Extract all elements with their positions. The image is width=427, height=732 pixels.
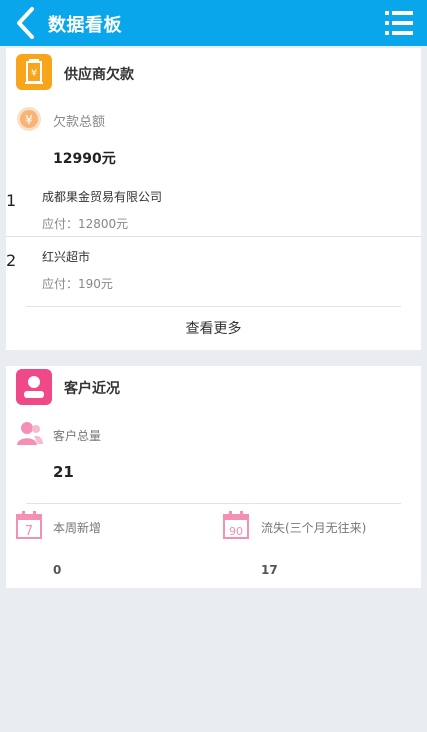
divider: [26, 503, 401, 504]
list-index: 1: [6, 191, 17, 210]
page-title: 数据看板: [48, 15, 122, 36]
user-icon: [16, 369, 52, 405]
supplier-payable: 应付：12800元: [42, 217, 129, 231]
svg-text:¥: ¥: [31, 68, 37, 79]
divider: [26, 306, 401, 307]
churned-value: 17: [261, 563, 278, 577]
supplier-card-title: 供应商欠款: [64, 67, 134, 83]
users-icon: [17, 422, 43, 445]
top-bar: 数据看板: [0, 0, 427, 46]
divider: [6, 236, 421, 237]
coin-icon: ¥: [17, 107, 41, 131]
weekly-new-label: 本周新增: [53, 521, 102, 535]
svg-text:90: 90: [229, 525, 243, 538]
supplier-debt-card: ¥ 供应商欠款 ¥ 欠款总额 12990元 1 成都果金贸易有限公司 应付：12…: [6, 48, 421, 350]
weekly-new-value: 0: [53, 563, 62, 577]
customer-card-title: 客户近况: [64, 381, 120, 397]
churned-label: 流失(三个月无往来): [261, 521, 367, 535]
calendar-icon: 7: [16, 511, 42, 539]
debt-total-value: 12990元: [53, 151, 116, 167]
back-icon[interactable]: [12, 6, 40, 40]
calendar-icon: 90: [223, 511, 249, 539]
supplier-name[interactable]: 红兴超市: [42, 248, 90, 265]
customer-total-value: 21: [53, 463, 74, 481]
view-more-button[interactable]: 查看更多: [6, 318, 421, 338]
debt-total-label: 欠款总额: [53, 115, 106, 130]
customer-total-label: 客户总量: [53, 429, 102, 443]
supplier-name[interactable]: 成都果金贸易有限公司: [42, 188, 162, 205]
svg-text:¥: ¥: [25, 113, 33, 127]
customer-status-card: 客户近况 客户总量 21 7 本周新增 0 90 流失(三个月无往来) 17: [6, 366, 421, 588]
list-menu-icon[interactable]: [385, 10, 413, 36]
building-icon: ¥: [16, 54, 52, 90]
list-index: 2: [6, 251, 17, 270]
supplier-payable: 应付：190元: [42, 277, 113, 291]
svg-text:7: 7: [25, 524, 33, 539]
